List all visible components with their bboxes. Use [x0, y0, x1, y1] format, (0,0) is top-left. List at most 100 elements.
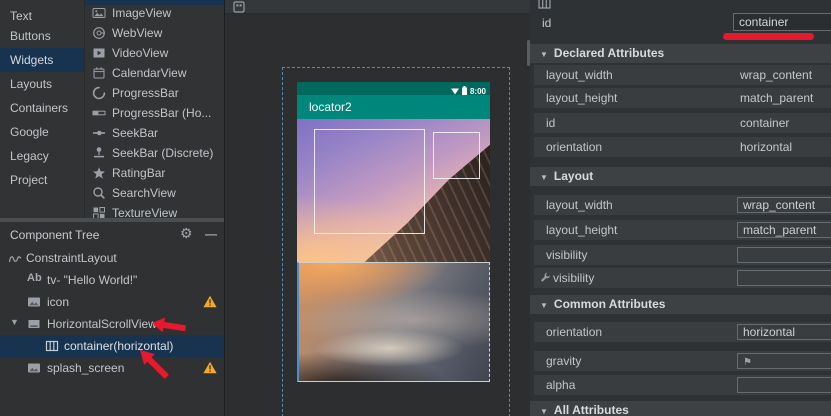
section-common-attributes[interactable]: ▼Common Attributes: [530, 295, 831, 314]
layout-width-input[interactable]: wrap_content: [737, 197, 831, 213]
attr-value[interactable]: container: [740, 116, 789, 130]
tree-item-icon[interactable]: icon: [0, 291, 224, 313]
ratingbar-icon: [92, 166, 106, 180]
seekbar-discrete-icon: [92, 146, 106, 160]
attr-value[interactable]: horizontal: [740, 140, 792, 154]
gear-icon[interactable]: ⚙: [180, 225, 193, 242]
palette-widget-list: ImageView WebView VideoView CalendarView…: [85, 0, 224, 218]
background-photo-mountain: [297, 119, 490, 262]
attr-value[interactable]: wrap_content: [740, 68, 812, 82]
view-bounds-outline-small: [433, 132, 480, 179]
attr-row: layout_height match_parent: [534, 88, 831, 108]
attr-row: visibility: [534, 268, 831, 288]
palette-category-project[interactable]: Project: [0, 168, 84, 192]
palette-item-seekbar[interactable]: SeekBar: [85, 123, 224, 143]
tree-item-splash-screen[interactable]: splash_screen: [0, 357, 224, 379]
palette-item-imageview[interactable]: ImageView: [85, 3, 224, 23]
alpha-input[interactable]: [737, 377, 831, 393]
device-preview[interactable]: 8:00 locator2: [297, 82, 490, 416]
view-bounds-outline-large: [314, 129, 425, 234]
palette-item-seekbar-discrete[interactable]: SeekBar (Discrete): [85, 143, 224, 163]
attr-row: layout_width wrap_content: [534, 195, 831, 215]
tree-item-horizontalscrollview[interactable]: ▼ HorizontalScrollView: [0, 313, 224, 335]
attr-value[interactable]: match_parent: [740, 91, 813, 105]
attr-row: id container: [534, 113, 831, 133]
app-bar-title: locator2: [309, 100, 352, 114]
component-tree-title: Component Tree: [10, 228, 99, 242]
palette-item-progressbar[interactable]: ProgressBar: [85, 83, 224, 103]
section-collapse-icon: ▼: [540, 407, 548, 416]
chevron-expanded-icon[interactable]: ▼: [10, 317, 19, 327]
selected-container-bounds[interactable]: [297, 262, 490, 382]
screen-content[interactable]: [297, 119, 490, 382]
warning-icon[interactable]: [203, 295, 217, 308]
section-declared-attributes[interactable]: ▼Declared Attributes: [530, 44, 831, 63]
attr-row: alpha: [534, 375, 831, 395]
design-canvas[interactable]: 8:00 locator2: [225, 0, 530, 416]
imageview-icon: [92, 6, 106, 20]
progressbar-icon: [92, 86, 106, 100]
textview-icon: Ab: [27, 272, 41, 286]
attr-row: gravity ⚑: [534, 351, 831, 371]
palette-item-videoview[interactable]: VideoView: [85, 43, 224, 63]
palette-item-ratingbar[interactable]: RatingBar: [85, 163, 224, 183]
section-collapse-icon: ▼: [540, 50, 548, 59]
attr-row: orientation horizontal: [534, 137, 831, 157]
tree-item-constraintlayout[interactable]: ConstraintLayout: [0, 247, 224, 269]
tools-visibility-input[interactable]: [737, 270, 831, 286]
palette-item-searchview[interactable]: SearchView: [85, 183, 224, 203]
component-tree-panel: Component Tree ⚙ — ConstraintLayout Ab t…: [0, 222, 224, 416]
palette-category-widgets[interactable]: Widgets: [0, 48, 84, 72]
android-studio-layout-editor: Text Buttons Widgets Layouts Containers …: [0, 0, 831, 416]
gravity-input[interactable]: ⚑: [737, 353, 831, 369]
progressbar-horizontal-icon: [92, 106, 106, 120]
imageview-icon: [27, 295, 41, 309]
section-collapse-icon: ▼: [540, 301, 548, 310]
minimize-icon[interactable]: —: [205, 227, 217, 241]
palette-item-webview[interactable]: WebView: [85, 23, 224, 43]
palette-category-google[interactable]: Google: [0, 120, 84, 144]
red-marker-underline: [723, 33, 814, 40]
orientation-input[interactable]: horizontal: [737, 324, 831, 340]
section-layout[interactable]: ▼Layout: [530, 167, 831, 186]
videoview-icon: [92, 46, 106, 60]
palette-item-progressbar-horizontal[interactable]: ProgressBar (Ho...: [85, 103, 224, 123]
palette-item-calendarview[interactable]: CalendarView: [85, 63, 224, 83]
selected-component-icon: [538, 0, 551, 9]
attr-row: layout_width wrap_content: [534, 65, 831, 85]
attr-row: layout_height match_parent: [534, 220, 831, 240]
palette-item-textureview[interactable]: TextureView: [85, 203, 224, 218]
webview-icon: [92, 26, 106, 40]
id-input[interactable]: container: [733, 13, 831, 31]
palette-category-buttons[interactable]: Buttons: [0, 24, 84, 48]
section-all-attributes[interactable]: ▼All Attributes: [530, 401, 831, 416]
attr-row: orientation horizontal: [534, 322, 831, 342]
linearlayout-horizontal-icon: [45, 339, 59, 353]
constraintlayout-icon: [8, 251, 22, 265]
palette-category-legacy[interactable]: Legacy: [0, 144, 84, 168]
searchview-icon: [92, 186, 106, 200]
canvas-toolbar: [225, 0, 530, 14]
palette-category-containers[interactable]: Containers: [0, 96, 84, 120]
imageview-icon: [27, 361, 41, 375]
flag-icon[interactable]: ⚑: [743, 357, 752, 368]
seekbar-icon: [92, 126, 106, 140]
component-tree-header: Component Tree ⚙ —: [0, 222, 224, 248]
palette-categories: Text Buttons Widgets Layouts Containers …: [0, 0, 85, 218]
horizontalscrollview-icon: [27, 317, 41, 331]
tree-item-textview-hello-world[interactable]: Ab tv- "Hello World!": [0, 269, 224, 291]
tree-item-container-horizontal[interactable]: container(horizontal): [0, 335, 224, 357]
tools-wrench-icon: [539, 272, 551, 284]
textureview-icon: [92, 206, 106, 218]
status-bar: 8:00: [297, 82, 490, 95]
palette-category-layouts[interactable]: Layouts: [0, 72, 84, 96]
attr-row: visibility: [534, 245, 831, 265]
section-collapse-icon: ▼: [540, 173, 548, 182]
visibility-input[interactable]: [737, 247, 831, 263]
calendarview-icon: [92, 66, 106, 80]
warning-icon[interactable]: [203, 361, 217, 374]
attributes-panel: id container ▼Declared Attributes layout…: [530, 0, 831, 416]
app-bar: locator2: [297, 95, 490, 119]
device-icon[interactable]: [233, 1, 245, 13]
layout-height-input[interactable]: match_parent: [737, 222, 831, 238]
